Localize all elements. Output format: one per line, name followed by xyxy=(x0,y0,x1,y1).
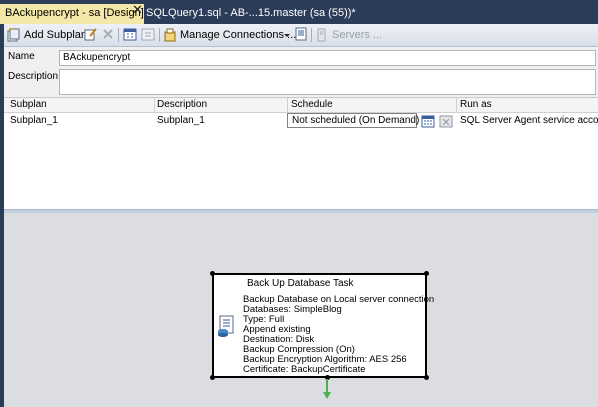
delete-icon[interactable] xyxy=(101,27,115,41)
resize-handle[interactable] xyxy=(210,271,215,276)
name-label: Name xyxy=(8,51,35,62)
name-field-value: BAckupencrypt xyxy=(63,52,131,63)
manage-connections-icon xyxy=(164,28,176,42)
toolbar-separator xyxy=(118,28,119,42)
resize-handle[interactable] xyxy=(424,375,429,380)
subplan-grid: Subplan Description Schedule Run as Subp… xyxy=(4,97,598,211)
manage-connections-button[interactable]: Manage Connections ... xyxy=(163,27,296,43)
toolbar-separator xyxy=(159,28,160,42)
toolbar-separator xyxy=(311,28,312,42)
report-icon[interactable] xyxy=(294,27,308,41)
run-as-cell[interactable]: SQL Server Agent service account xyxy=(460,115,598,126)
tab-design[interactable]: BAckupencrypt - sa [Design] xyxy=(0,4,144,24)
description-cell[interactable]: Subplan_1 xyxy=(157,115,205,126)
column-header-schedule[interactable]: Schedule xyxy=(291,99,333,110)
task-title: Back Up Database Task xyxy=(247,278,354,289)
schedule-field[interactable]: Not scheduled (On Demand) xyxy=(287,113,420,128)
servers-label: Servers ... xyxy=(332,29,383,41)
tab-sqlquery[interactable]: SQLQuery1.sql - AB-...15.master (sa (55)… xyxy=(146,7,356,19)
tab-sqlquery-label: SQLQuery1.sql - AB-...15.master (sa (55)… xyxy=(146,7,356,19)
servers-icon xyxy=(317,28,326,42)
grid-header: Subplan Description Schedule Run as xyxy=(4,98,598,113)
remove-schedule-icon[interactable] xyxy=(141,27,155,41)
chevron-down-icon[interactable] xyxy=(283,27,291,43)
remove-schedule-icon[interactable] xyxy=(439,114,453,128)
column-divider[interactable] xyxy=(456,98,457,112)
add-subplan-button[interactable]: Add Subplan xyxy=(7,27,87,43)
servers-button[interactable]: Servers ... xyxy=(315,27,382,43)
description-field[interactable] xyxy=(59,69,596,95)
document-tab-strip: BAckupencrypt - sa [Design] ✕ SQLQuery1.… xyxy=(0,0,598,24)
tab-design-label: BAckupencrypt - sa [Design] xyxy=(5,7,144,19)
column-header-run-as[interactable]: Run as xyxy=(460,99,492,110)
column-header-subplan[interactable]: Subplan xyxy=(10,99,47,110)
subplan-cell[interactable]: Subplan_1 xyxy=(10,115,58,126)
precedence-arrow-icon[interactable] xyxy=(322,379,332,401)
edit-properties-icon[interactable] xyxy=(84,27,98,41)
designer-toolbar: Add Subplan Manage Connections ... Serve… xyxy=(4,24,598,47)
plan-properties-panel: Name BAckupencrypt Description xyxy=(4,47,598,97)
column-divider[interactable] xyxy=(287,98,288,112)
name-field[interactable]: BAckupencrypt xyxy=(59,50,596,66)
backup-task-icon xyxy=(218,315,234,337)
column-divider[interactable] xyxy=(154,98,155,112)
resize-handle[interactable] xyxy=(210,375,215,380)
add-subplan-icon xyxy=(7,28,20,42)
task-detail-line: Certificate: BackupCertificate xyxy=(243,364,366,375)
manage-connections-label: Manage Connections ... xyxy=(180,29,297,41)
column-header-description[interactable]: Description xyxy=(157,99,207,110)
close-tab-icon[interactable]: ✕ xyxy=(132,4,143,17)
description-label: Description xyxy=(8,71,59,82)
schedule-value: Not scheduled (On Demand) xyxy=(292,115,420,126)
resize-handle[interactable] xyxy=(424,271,429,276)
subplan-schedule-icon[interactable] xyxy=(123,27,137,41)
table-row[interactable]: Subplan_1 Subplan_1 Not scheduled (On De… xyxy=(4,112,598,130)
add-subplan-label: Add Subplan xyxy=(24,29,87,41)
calendar-icon[interactable] xyxy=(421,114,435,128)
